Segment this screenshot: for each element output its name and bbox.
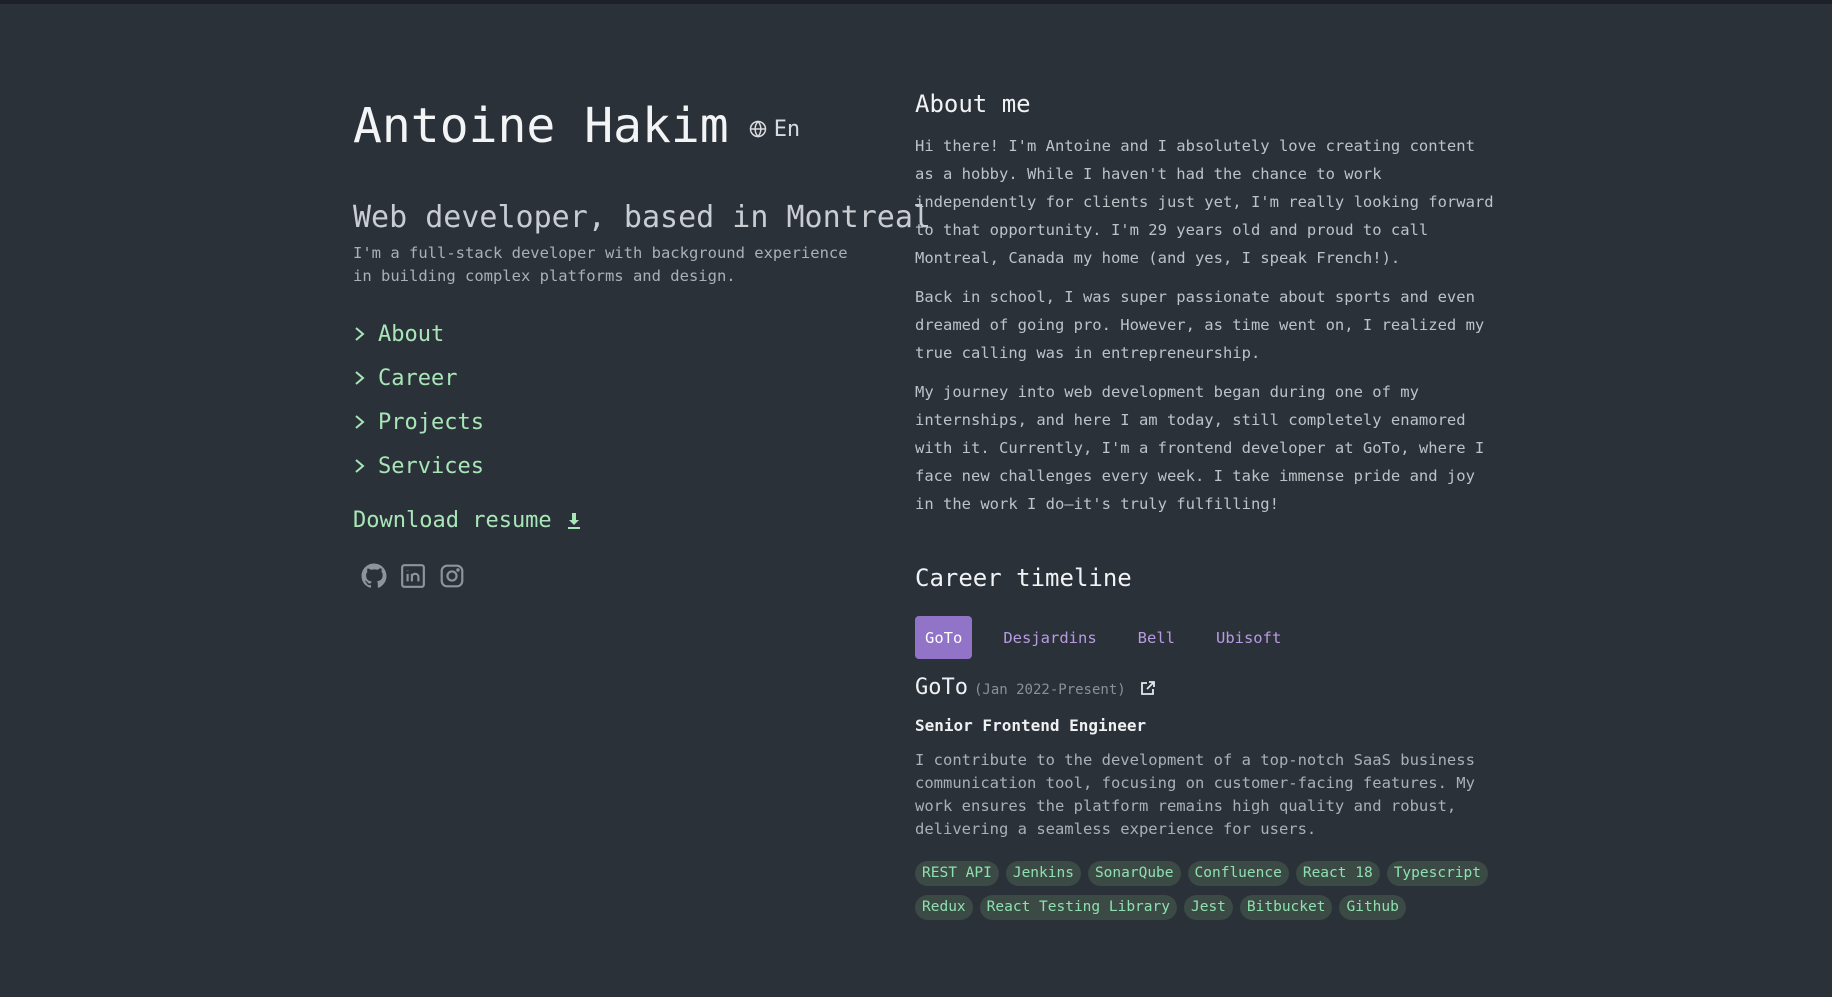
- top-border: [0, 0, 1832, 4]
- job-role: Senior Frontend Engineer: [915, 716, 1147, 735]
- instagram-icon[interactable]: [439, 563, 465, 589]
- intro-text: I'm a full-stack developer with backgrou…: [353, 244, 848, 285]
- nav-item-label: Services: [378, 453, 484, 479]
- github-icon[interactable]: [361, 563, 387, 589]
- about-paragraph: My journey into web development began du…: [915, 383, 1485, 513]
- nav-item-label: Career: [378, 365, 458, 391]
- skill-tag: Bitbucket: [1239, 895, 1333, 920]
- globe-icon: [749, 120, 766, 138]
- tab-goto[interactable]: GoTo: [915, 616, 973, 659]
- skill-tag: Confluence: [1187, 861, 1289, 886]
- career-heading: Career timeline: [915, 564, 1132, 592]
- download-resume-link[interactable]: Download resume: [353, 508, 893, 533]
- job-description: I contribute to the development of a top…: [915, 751, 1475, 838]
- skill-tag: Github: [1339, 895, 1406, 920]
- chevron-right-icon: [355, 415, 365, 429]
- social-links: [353, 563, 893, 589]
- job-company: GoTo: [915, 675, 968, 700]
- skill-tag: Redux: [915, 895, 973, 920]
- nav-item-about[interactable]: About: [353, 312, 893, 356]
- job-header: GoTo (Jan 2022-Present): [915, 675, 1500, 700]
- chevron-right-icon: [355, 371, 365, 385]
- section-nav: About Career Projects Services: [353, 312, 893, 488]
- skill-tag: SonarQube: [1087, 861, 1181, 886]
- tab-desjardins[interactable]: Desjardins: [993, 616, 1106, 659]
- download-label: Download resume: [353, 508, 552, 533]
- skill-tags: REST API Jenkins SonarQube Confluence Re…: [915, 861, 1500, 920]
- job-dates: (Jan 2022-Present): [973, 682, 1126, 698]
- headline: Web developer, based in Montreal: [353, 200, 931, 235]
- profile-name: Antoine Hakim: [353, 98, 729, 154]
- nav-item-label: About: [378, 321, 445, 347]
- download-icon: [567, 512, 580, 529]
- skill-tag: React 18: [1295, 861, 1380, 886]
- name-row: Antoine Hakim En: [353, 92, 893, 160]
- nav-item-career[interactable]: Career: [353, 356, 893, 400]
- tab-ubisoft[interactable]: Ubisoft: [1206, 616, 1291, 659]
- external-link-icon[interactable]: [1140, 680, 1156, 696]
- skill-tag: React Testing Library: [979, 895, 1177, 920]
- skill-tag: Typescript: [1386, 861, 1488, 886]
- nav-item-services[interactable]: Services: [353, 444, 893, 488]
- language-switcher[interactable]: En: [749, 116, 801, 142]
- linkedin-icon[interactable]: [400, 563, 426, 589]
- skill-tag: Jest: [1183, 895, 1233, 920]
- about-heading: About me: [915, 90, 1031, 118]
- about-paragraph: Back in school, I was super passionate a…: [915, 288, 1485, 362]
- skill-tag: REST API: [915, 861, 999, 886]
- chevron-right-icon: [355, 459, 365, 473]
- chevron-right-icon: [355, 327, 365, 341]
- nav-item-projects[interactable]: Projects: [353, 400, 893, 444]
- skill-tag: Jenkins: [1005, 861, 1081, 886]
- content-column: About me Hi there! I'm Antoine and I abs…: [915, 90, 1500, 920]
- career-tabs: GoTo Desjardins Bell Ubisoft: [915, 616, 1500, 659]
- profile-column: Antoine Hakim En Web developer, based in…: [353, 92, 931, 589]
- tab-bell[interactable]: Bell: [1128, 616, 1185, 659]
- nav-item-label: Projects: [378, 409, 484, 435]
- about-paragraph: Hi there! I'm Antoine and I absolutely l…: [915, 137, 1494, 267]
- language-label: En: [773, 116, 801, 142]
